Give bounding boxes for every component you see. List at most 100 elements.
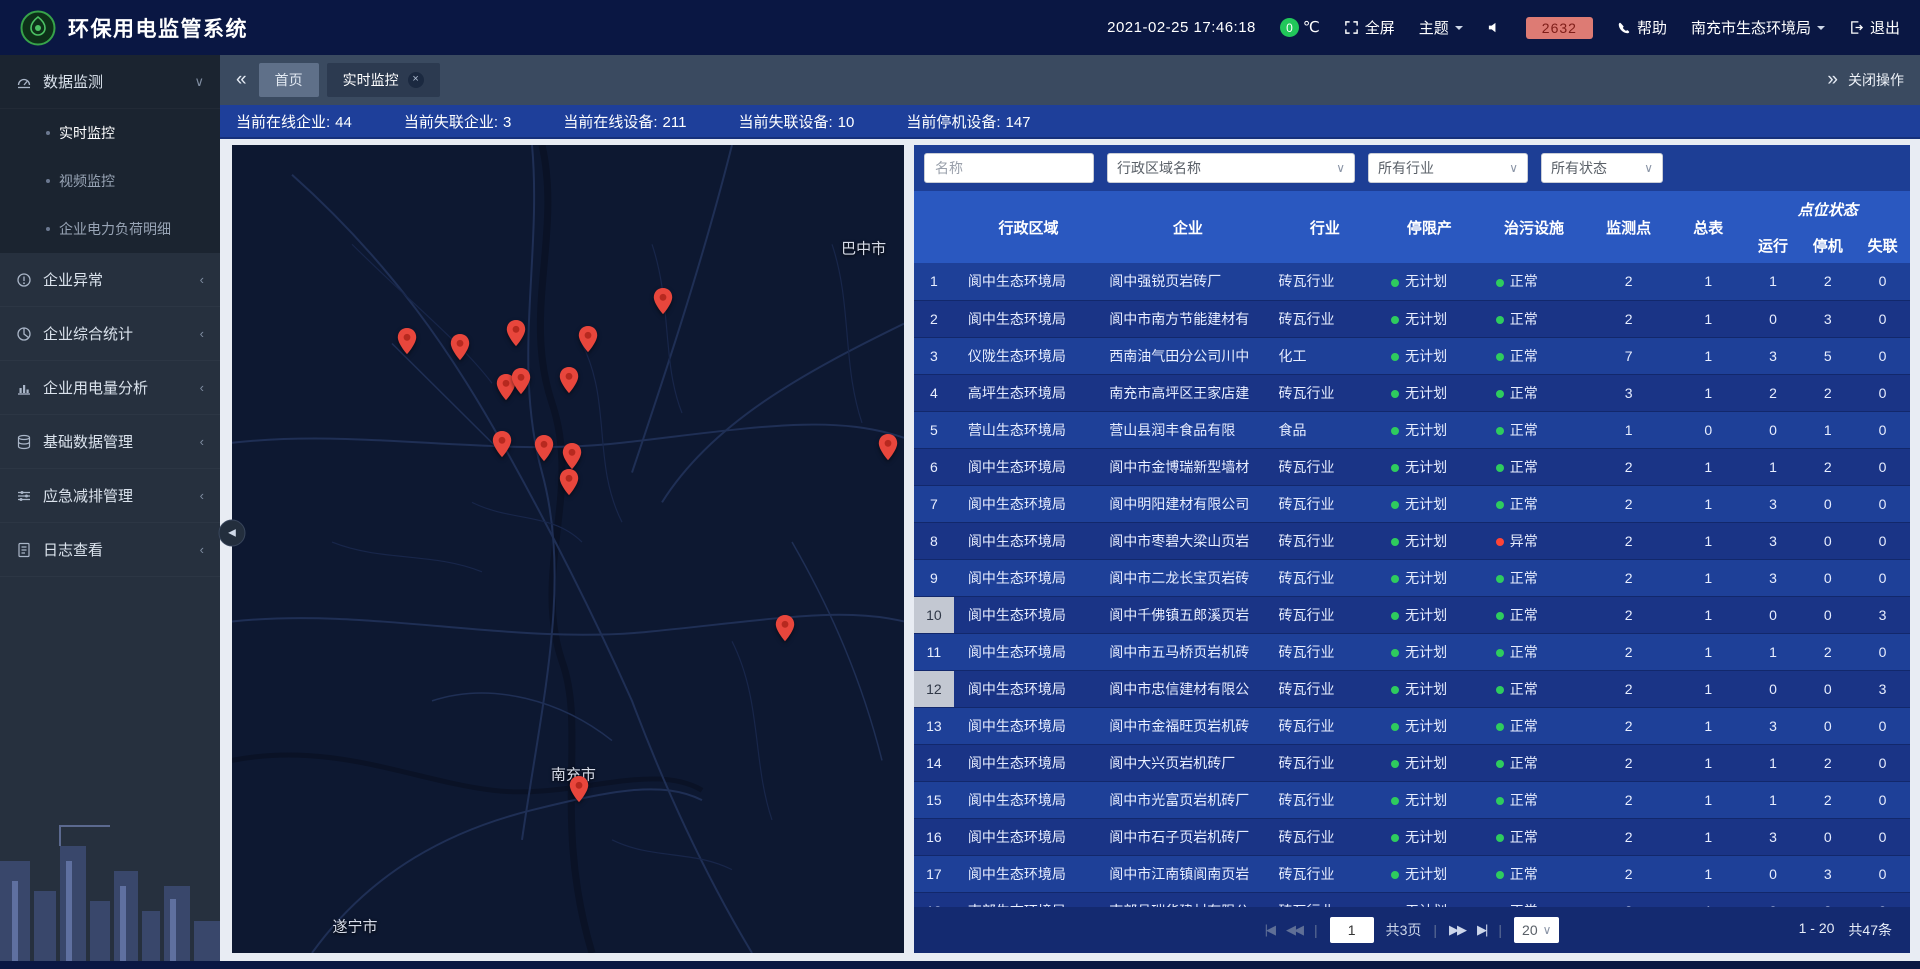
table-row[interactable]: 9阆中生态环境局阆中市二龙长宝页岩砖砖瓦行业无计划正常21300: [914, 559, 1910, 596]
map-pin[interactable]: [559, 367, 579, 399]
close-icon[interactable]: ×: [408, 72, 424, 88]
last-page-button[interactable]: ▶|: [1477, 922, 1486, 938]
tab-home[interactable]: 首页: [259, 63, 319, 97]
cell-production-limit: 无计划: [1377, 522, 1482, 559]
status-dot-icon: [1496, 834, 1504, 842]
sidebar-subitem-realtime[interactable]: 实时监控: [0, 109, 220, 157]
org-dropdown[interactable]: 南充市生态环境局: [1691, 17, 1825, 38]
table-row[interactable]: 6阆中生态环境局阆中市金博瑞新型墙材砖瓦行业无计划正常21120: [914, 448, 1910, 485]
name-search-input[interactable]: [924, 153, 1094, 183]
bullet-icon: [46, 179, 50, 183]
cell-industry: 砖瓦行业: [1273, 855, 1378, 892]
table-row[interactable]: 14阆中生态环境局阆中大兴页岩机砖厂砖瓦行业无计划正常21120: [914, 744, 1910, 781]
table-row[interactable]: 13阆中生态环境局阆中市金福旺页岩机砖砖瓦行业无计划正常21300: [914, 707, 1910, 744]
map-city-label: 遂宁市: [332, 916, 377, 937]
map-pin[interactable]: [492, 431, 512, 463]
status-select[interactable]: 所有状态 ∨: [1541, 153, 1663, 183]
cell-run: 1: [1746, 781, 1801, 818]
map-panel[interactable]: 巴中市南充市遂宁市 ◀: [232, 145, 904, 953]
map-pin[interactable]: [511, 368, 531, 400]
table-row[interactable]: 10阆中生态环境局阆中千佛镇五郎溪页岩砖瓦行业无计划正常21003: [914, 596, 1910, 633]
fullscreen-button[interactable]: 全屏: [1344, 17, 1395, 38]
page-number-input[interactable]: [1330, 917, 1374, 943]
tabs-scroll-left-icon[interactable]: «: [236, 69, 247, 91]
table-row[interactable]: 18南部生态环境局南部县瑞华建材有限公砖瓦行业无计划正常21030: [914, 892, 1910, 907]
map-pin[interactable]: [878, 434, 898, 466]
map-pin[interactable]: [450, 334, 470, 366]
sidebar-item-company-abnormal[interactable]: 企业异常‹: [0, 253, 220, 307]
cell-meters: 1: [1671, 633, 1746, 670]
prev-page-button[interactable]: ◀◀: [1286, 922, 1302, 938]
column-header-5: 监测点: [1586, 191, 1671, 263]
table-row[interactable]: 15阆中生态环境局阆中市光富页岩机砖厂砖瓦行业无计划正常21120: [914, 781, 1910, 818]
page-size-select[interactable]: 20 ∨: [1514, 917, 1559, 943]
cell-industry: 砖瓦行业: [1273, 781, 1378, 818]
help-button[interactable]: 帮助: [1617, 17, 1667, 38]
cell-pollution-facility: 正常: [1482, 596, 1587, 633]
table-row[interactable]: 1阆中生态环境局阆中强锐页岩砖厂砖瓦行业无计划正常21120: [914, 263, 1910, 300]
facility-label: 异常: [1510, 533, 1538, 549]
region-select[interactable]: 行政区域名称 ∨: [1107, 153, 1355, 183]
status-dot-icon: [1496, 427, 1504, 435]
collapse-map-button[interactable]: ◀: [219, 519, 246, 546]
table-row[interactable]: 17阆中生态环境局阆中市江南镇阆南页岩砖瓦行业无计划正常21030: [914, 855, 1910, 892]
tab-list: 首页实时监控×: [259, 63, 1816, 97]
cell-stop: 3: [1800, 300, 1855, 337]
stat-value: 3: [503, 114, 511, 131]
table-row[interactable]: 3仪陇生态环境局西南油气田分公司川中化工无计划正常71350: [914, 337, 1910, 374]
sidebar-item-emergency-reduction[interactable]: 应急减排管理‹: [0, 469, 220, 523]
cell-production-limit: 无计划: [1377, 670, 1482, 707]
map-pin[interactable]: [578, 326, 598, 358]
tab-realtime-monitor[interactable]: 实时监控×: [327, 63, 440, 97]
facility-label: 正常: [1510, 570, 1538, 586]
table-row[interactable]: 11阆中生态环境局阆中市五马桥页岩机砖砖瓦行业无计划正常21120: [914, 633, 1910, 670]
table-row[interactable]: 8阆中生态环境局阆中市枣碧大梁山页岩砖瓦行业无计划异常21300: [914, 522, 1910, 559]
alert-count-badge[interactable]: 2632: [1526, 17, 1593, 39]
sidebar-item-log-view[interactable]: 日志查看‹: [0, 523, 220, 577]
map-pin[interactable]: [569, 776, 589, 808]
tabs-scroll-right-icon[interactable]: »: [1827, 69, 1838, 91]
pager-divider: |: [1498, 922, 1502, 938]
map-pin[interactable]: [397, 328, 417, 360]
body-row: 数据监测∨实时监控视频监控企业电力负荷明细企业异常‹ 企业综合统计 ‹ 企业用电量分析…: [0, 55, 1920, 961]
table-row[interactable]: 4高坪生态环境局南充市高坪区王家店建砖瓦行业无计划正常31220: [914, 374, 1910, 411]
sidebar-item-base-data[interactable]: 基础数据管理‹: [0, 415, 220, 469]
production-label: 无计划: [1405, 681, 1447, 697]
sidebar-item-company-statistics[interactable]: 企业综合统计 ‹: [0, 307, 220, 361]
table-row[interactable]: 5营山生态环境局营山县润丰食品有限食品无计划正常10010: [914, 411, 1910, 448]
status-select-value: 所有状态: [1551, 158, 1607, 178]
bullet-icon: [46, 131, 50, 135]
close-operations-button[interactable]: 关闭操作: [1848, 70, 1904, 90]
table-row[interactable]: 12阆中生态环境局阆中市忠信建材有限公砖瓦行业无计划正常21003: [914, 670, 1910, 707]
sidebar-item-power-analysis[interactable]: 企业用电量分析‹: [0, 361, 220, 415]
brand: 环保用电监管系统: [20, 10, 248, 46]
map-pin[interactable]: [559, 469, 579, 501]
first-page-button[interactable]: |◀: [1265, 922, 1274, 938]
table-row[interactable]: 2阆中生态环境局阆中市南方节能建材有砖瓦行业无计划正常21030: [914, 300, 1910, 337]
sidebar-item-label: 企业综合统计: [43, 323, 133, 344]
table-row[interactable]: 7阆中生态环境局阆中明阳建材有限公司砖瓦行业无计划正常21300: [914, 485, 1910, 522]
industry-select[interactable]: 所有行业 ∨: [1368, 153, 1528, 183]
tab-bar: « 首页实时监控× » 关闭操作: [220, 55, 1920, 105]
chevron-left-icon: ‹: [200, 326, 204, 341]
map-pin[interactable]: [775, 615, 795, 647]
map-pin[interactable]: [506, 320, 526, 352]
cell-index: 2: [914, 300, 954, 337]
map-pin[interactable]: [653, 288, 673, 320]
volume-button[interactable]: [1487, 20, 1502, 35]
cell-industry: 砖瓦行业: [1273, 485, 1378, 522]
cell-company: 阆中市五马桥页岩机砖: [1103, 633, 1272, 670]
production-label: 无计划: [1405, 311, 1447, 327]
map-pin[interactable]: [534, 435, 554, 467]
sidebar-subitem-video[interactable]: 视频监控: [0, 157, 220, 205]
table-row[interactable]: 16阆中生态环境局阆中市石子页岩机砖厂砖瓦行业无计划正常21300: [914, 818, 1910, 855]
next-page-button[interactable]: ▶▶: [1449, 922, 1465, 938]
status-dot-icon: [1496, 649, 1504, 657]
logout-button[interactable]: 退出: [1849, 17, 1900, 38]
sidebar-item-data-monitor[interactable]: 数据监测∨: [0, 55, 220, 109]
cell-production-limit: 无计划: [1377, 374, 1482, 411]
cell-region: 阆中生态环境局: [954, 485, 1103, 522]
cell-production-limit: 无计划: [1377, 855, 1482, 892]
sidebar-subitem-power-load-detail[interactable]: 企业电力负荷明细: [0, 205, 220, 253]
theme-dropdown[interactable]: 主题: [1419, 17, 1463, 38]
